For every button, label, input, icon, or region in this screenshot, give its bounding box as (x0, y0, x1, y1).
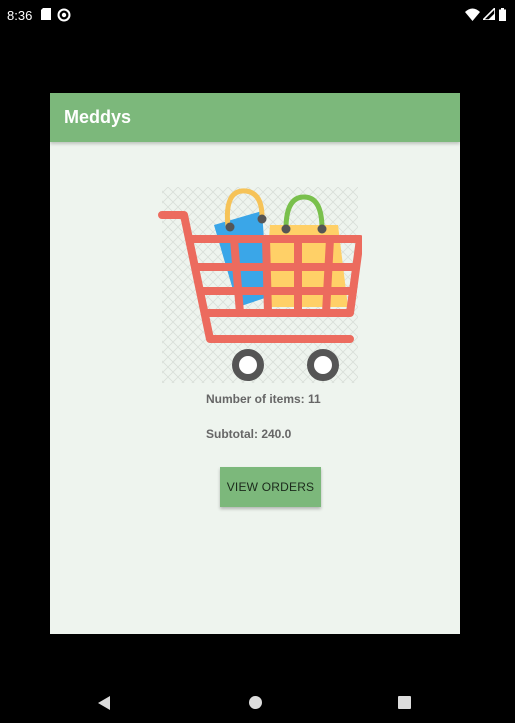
sd-card-icon (41, 8, 51, 20)
signal-icon (483, 8, 495, 20)
cart-dialog: Meddys Number of items: 11 Subtotal: 240… (50, 93, 460, 634)
dialog-header: Meddys (50, 93, 460, 142)
wifi-icon (465, 8, 480, 21)
items-count-text: Number of items: 11 (206, 392, 321, 406)
view-orders-button[interactable]: VIEW ORDERS (220, 467, 321, 507)
dialog-title: Meddys (64, 107, 132, 127)
screen: 8:36 Meddys Number of items: 11 Subtotal… (0, 0, 515, 723)
subtotal-text: Subtotal: 240.0 (206, 427, 292, 441)
back-icon[interactable] (98, 696, 110, 710)
block-icon (57, 8, 71, 22)
battery-icon (499, 8, 506, 21)
status-time: 8:36 (7, 8, 33, 23)
navigation-bar (0, 680, 515, 723)
home-icon[interactable] (249, 696, 262, 709)
status-bar: 8:36 (0, 0, 515, 30)
shopping-cart-icon (158, 187, 362, 383)
recents-icon[interactable] (398, 696, 411, 709)
